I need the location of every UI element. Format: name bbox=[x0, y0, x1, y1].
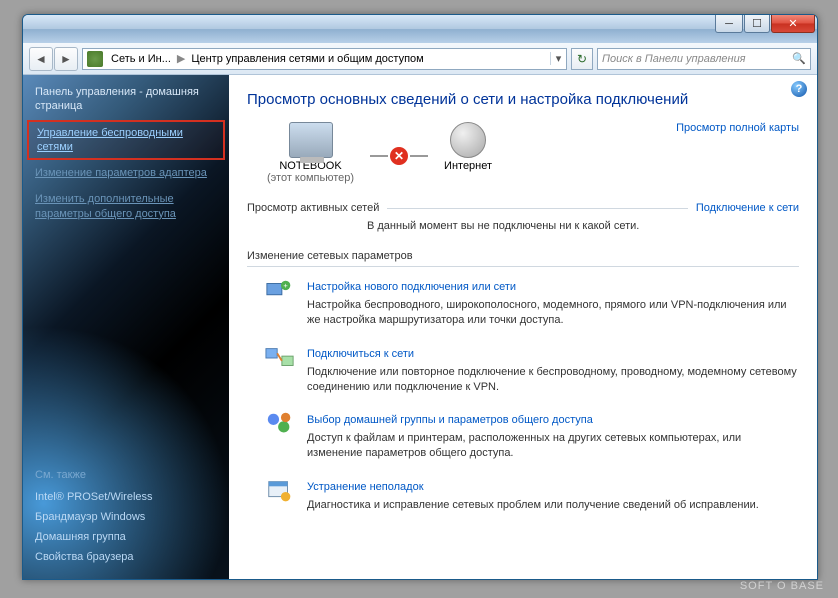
setting-item-connect: Подключиться к сети Подключение или повт… bbox=[265, 344, 799, 395]
node-net-label: Интернет bbox=[444, 160, 492, 172]
sidebar-home-link[interactable]: Панель управления - домашняя страница bbox=[35, 85, 217, 114]
computer-icon bbox=[289, 122, 333, 158]
sidebar-seealso-header: См. также bbox=[35, 469, 217, 481]
setting-desc-1: Подключение или повторное подключение к … bbox=[307, 365, 799, 395]
search-input[interactable]: Поиск в Панели управления 🔍 bbox=[597, 48, 811, 70]
setting-item-troubleshoot: Устранение неполадок Диагностика и испра… bbox=[265, 477, 799, 513]
svg-text:+: + bbox=[283, 281, 288, 290]
address-bar[interactable]: Сеть и Ин... ▶ Центр управления сетями и… bbox=[82, 48, 567, 70]
breadcrumb-seg2[interactable]: Центр управления сетями и общим доступом bbox=[187, 53, 427, 65]
setting-desc-3: Диагностика и исправление сетевых пробле… bbox=[307, 498, 759, 513]
sidebar-seealso-0[interactable]: Intel® PROSet/Wireless bbox=[35, 487, 217, 507]
nav-back-button[interactable]: ◄ bbox=[29, 47, 53, 71]
minimize-button[interactable]: ─ bbox=[715, 15, 743, 33]
setting-item-new-connection: + Настройка нового подключения или сети … bbox=[265, 277, 799, 328]
page-title: Просмотр основных сведений о сети и наст… bbox=[247, 91, 799, 108]
setting-link-2[interactable]: Выбор домашней группы и параметров общег… bbox=[307, 414, 593, 426]
network-node-pc: NOTEBOOK (этот компьютер) bbox=[267, 122, 354, 184]
sidebar-link-sharing[interactable]: Изменить дополнительные параметры общего… bbox=[23, 186, 229, 227]
setting-desc-0: Настройка беспроводного, широкополосного… bbox=[307, 298, 799, 328]
sidebar-seealso-2[interactable]: Домашняя группа bbox=[35, 527, 217, 547]
navbar: ◄ ► Сеть и Ин... ▶ Центр управления сетя… bbox=[23, 43, 817, 75]
setting-link-1[interactable]: Подключиться к сети bbox=[307, 348, 414, 360]
network-node-internet: Интернет bbox=[444, 122, 492, 172]
titlebar: ─ ☐ ✕ bbox=[23, 15, 817, 43]
maximize-button[interactable]: ☐ bbox=[744, 15, 770, 33]
active-networks-header: Просмотр активных сетей bbox=[247, 202, 379, 214]
active-networks-msg: В данный момент вы не подключены ни к ка… bbox=[247, 214, 799, 232]
troubleshoot-icon bbox=[265, 477, 295, 505]
globe-icon bbox=[450, 122, 486, 158]
sidebar-link-wireless[interactable]: Управление беспроводными сетями bbox=[27, 120, 225, 161]
sidebar: Панель управления - домашняя страница Уп… bbox=[23, 75, 229, 579]
setting-link-0[interactable]: Настройка нового подключения или сети bbox=[307, 281, 516, 293]
help-icon[interactable]: ? bbox=[791, 81, 807, 97]
breadcrumb-sep: ▶ bbox=[175, 52, 187, 65]
homegroup-icon bbox=[265, 410, 295, 438]
main-content: ? Просмотр основных сведений о сети и на… bbox=[229, 75, 817, 579]
new-connection-icon: + bbox=[265, 277, 295, 305]
connect-network-link[interactable]: Подключение к сети bbox=[696, 202, 799, 214]
search-icon: 🔍 bbox=[792, 52, 806, 65]
network-connection: ✕ bbox=[370, 141, 428, 165]
sidebar-seealso-1[interactable]: Брандмауэр Windows bbox=[35, 507, 217, 527]
setting-item-homegroup: Выбор домашней группы и параметров общег… bbox=[265, 410, 799, 461]
watermark: SOFT O BASE bbox=[740, 580, 824, 592]
search-placeholder: Поиск в Панели управления bbox=[602, 53, 746, 65]
node-pc-sub: (этот компьютер) bbox=[267, 172, 354, 184]
disconnected-icon: ✕ bbox=[390, 147, 408, 165]
window: ─ ☐ ✕ ◄ ► Сеть и Ин... ▶ Центр управлени… bbox=[22, 14, 818, 580]
close-button[interactable]: ✕ bbox=[771, 15, 815, 33]
view-full-map-link[interactable]: Просмотр полной карты bbox=[676, 122, 799, 134]
nav-forward-button[interactable]: ► bbox=[54, 47, 78, 71]
sidebar-link-adapter[interactable]: Изменение параметров адаптера bbox=[23, 160, 229, 186]
settings-header: Изменение сетевых параметров bbox=[247, 250, 799, 262]
address-dropdown[interactable]: ▾ bbox=[550, 52, 566, 65]
setting-desc-2: Доступ к файлам и принтерам, расположенн… bbox=[307, 431, 799, 461]
network-map: NOTEBOOK (этот компьютер) ✕ Интернет Про… bbox=[267, 122, 799, 184]
breadcrumb-seg1[interactable]: Сеть и Ин... bbox=[107, 53, 175, 65]
sidebar-seealso-3[interactable]: Свойства браузера bbox=[35, 547, 217, 567]
address-icon bbox=[87, 51, 103, 67]
setting-link-3[interactable]: Устранение неполадок bbox=[307, 481, 424, 493]
refresh-button[interactable]: ↻ bbox=[571, 48, 593, 70]
connect-icon bbox=[265, 344, 295, 372]
